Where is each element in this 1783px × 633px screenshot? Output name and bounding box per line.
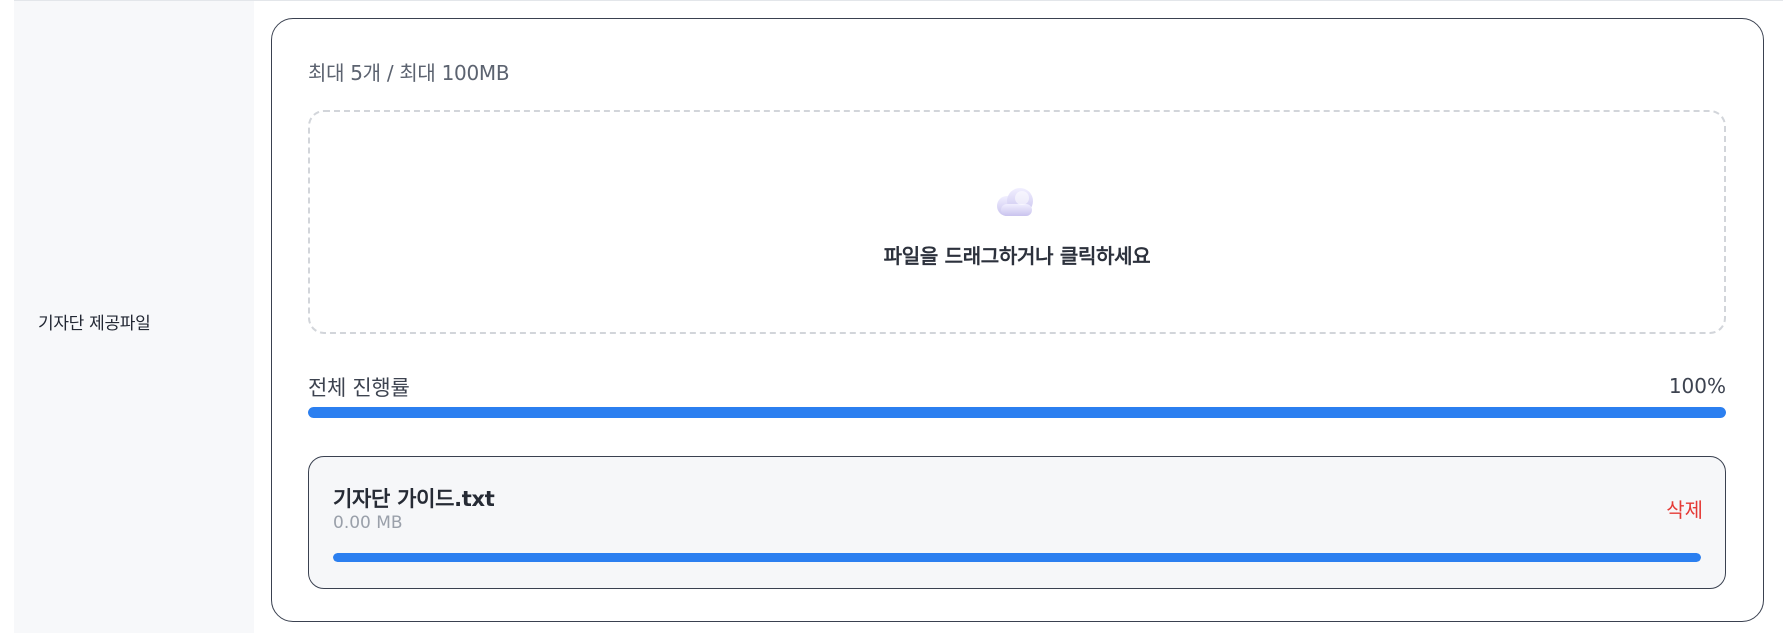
total-progress-percent: 100% [1668, 374, 1726, 398]
file-item: 기자단 가이드.txt 0.00 MB 삭제 [308, 456, 1726, 589]
row-divider [14, 0, 1783, 1]
file-progress-bar [333, 553, 1701, 562]
field-label: 기자단 제공파일 [38, 314, 151, 334]
total-progress-bar [308, 407, 1726, 418]
dropzone-text: 파일을 드래그하거나 클릭하세요 [883, 244, 1151, 268]
upload-limit-text: 최대 5개 / 최대 100MB [308, 61, 510, 85]
file-dropzone[interactable]: 파일을 드래그하거나 클릭하세요 [308, 110, 1726, 334]
cloud-upload-icon [997, 188, 1033, 216]
upload-form-row: 기자단 제공파일 최대 5개 / 최대 100MB 파일을 드래그하거나 클릭하… [0, 0, 1783, 633]
total-progress-label: 전체 진행률 [308, 376, 410, 400]
total-progress-fill [308, 407, 1726, 418]
file-name: 기자단 가이드.txt [333, 487, 495, 511]
delete-file-button[interactable]: 삭제 [1666, 494, 1703, 523]
file-progress-fill [333, 553, 1701, 562]
file-size: 0.00 MB [333, 513, 403, 533]
